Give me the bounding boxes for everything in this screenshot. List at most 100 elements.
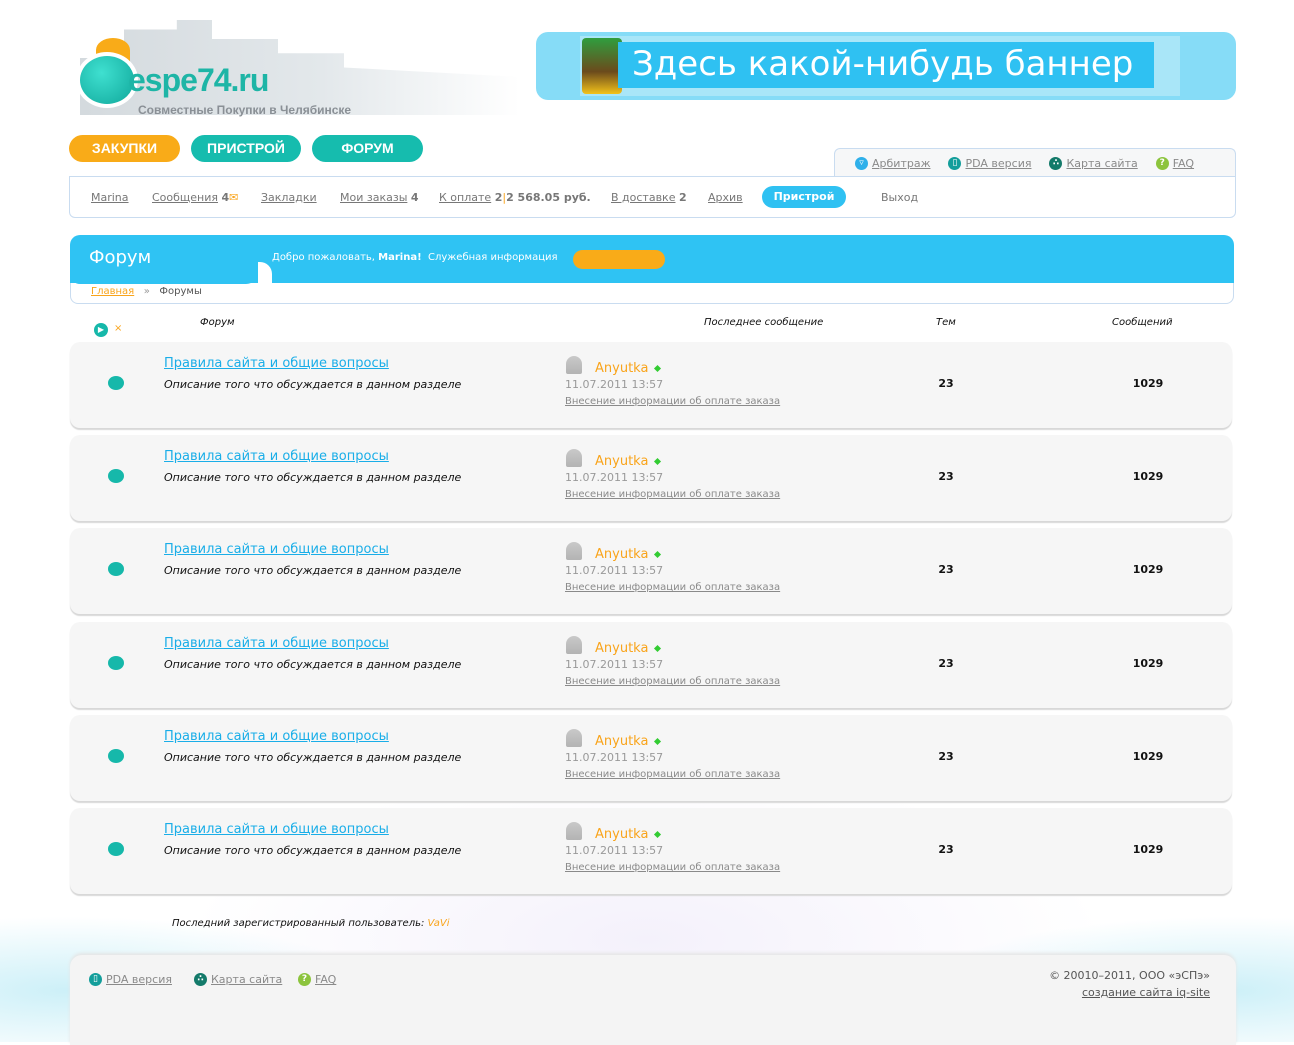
post-date: 11.07.2011 13:57	[565, 751, 664, 764]
last-post-link[interactable]: Внесение информации об оплате заказа	[565, 489, 780, 500]
last-user-name[interactable]: VaVi	[428, 918, 450, 929]
orange-action-button[interactable]	[573, 250, 665, 269]
forum-row: Правила сайта и общие вопросы Описание т…	[70, 342, 1232, 428]
link-label: FAQ	[1172, 157, 1195, 170]
forum-title: Форум	[89, 247, 152, 268]
logo[interactable]: espe74.ru	[128, 62, 269, 99]
author-link[interactable]: Anyutka	[595, 361, 648, 376]
delivery-link[interactable]: В доставке	[611, 191, 675, 204]
pda-icon: ▯	[89, 973, 102, 986]
col-last-post: Последнее сообщение	[704, 317, 824, 328]
messages-count: 1029	[1132, 843, 1164, 856]
breadcrumb-home[interactable]: Главная	[91, 286, 134, 297]
faq-icon: ?	[1155, 157, 1169, 170]
link-label: PDA версия	[106, 973, 172, 986]
pda-icon: ▯	[948, 157, 962, 170]
user-bar: Marina Сообщения 4✉ Закладки Мои заказы …	[69, 176, 1236, 218]
forum-bubble-icon	[108, 469, 124, 483]
author-link[interactable]: Anyutka	[595, 454, 648, 469]
forum-title-link[interactable]: Правила сайта и общие вопросы	[164, 542, 389, 557]
post-date: 11.07.2011 13:57	[565, 844, 664, 857]
avatar	[566, 542, 582, 560]
online-status-icon	[653, 457, 662, 466]
footer-sitemap-link[interactable]: ∴ Карта сайта	[194, 973, 282, 986]
to-pay-sum: 2 568.05 руб.	[506, 191, 591, 204]
archive-link[interactable]: Архив	[708, 191, 743, 204]
copyright: © 20010–2011, ООО «эСПэ»	[1049, 969, 1210, 982]
forum-row: Правила сайта и общие вопросы Описание т…	[70, 808, 1232, 894]
forum-title-link[interactable]: Правила сайта и общие вопросы	[164, 822, 389, 837]
avatar	[566, 449, 582, 467]
orders-link[interactable]: Мои заказы	[340, 191, 407, 204]
expand-icon[interactable]: ▶	[94, 323, 108, 337]
last-post-link[interactable]: Внесение информации об оплате заказа	[565, 862, 780, 873]
forum-title-link[interactable]: Правила сайта и общие вопросы	[164, 636, 389, 651]
link-label: Карта сайта	[1066, 157, 1138, 170]
messages-link[interactable]: Сообщения	[152, 191, 218, 204]
post-date: 11.07.2011 13:57	[565, 658, 664, 671]
forum-row: Правила сайта и общие вопросы Описание т…	[70, 622, 1232, 708]
forum-bubble-icon	[108, 562, 124, 576]
welcome-label: Добро пожаловать,	[272, 252, 375, 263]
forum-row: Правила сайта и общие вопросы Описание т…	[70, 435, 1232, 521]
collapse-icon[interactable]: ×	[114, 323, 122, 334]
topics-count: 23	[938, 657, 954, 670]
delivery-count: 2	[678, 191, 687, 204]
avatar	[566, 636, 582, 654]
last-post-link[interactable]: Внесение информации об оплате заказа	[565, 769, 780, 780]
sitemap-link[interactable]: ∴ Карта сайта	[1049, 157, 1138, 170]
author-link[interactable]: Anyutka	[595, 734, 648, 749]
messages-count: 1029	[1132, 750, 1164, 763]
footer-pda-link[interactable]: ▯ PDA версия	[89, 973, 172, 986]
developer-link[interactable]: создание сайта iq-site	[1082, 986, 1210, 999]
link-label: FAQ	[315, 973, 337, 986]
avatar	[566, 356, 582, 374]
to-pay-link[interactable]: К оплате	[439, 191, 491, 204]
logout-link[interactable]: Выход	[881, 191, 918, 204]
arbitration-icon: ▿	[855, 157, 868, 170]
author-link[interactable]: Anyutka	[595, 641, 648, 656]
pda-link[interactable]: ▯ PDA версия	[948, 157, 1031, 170]
forum-title-link[interactable]: Правила сайта и общие вопросы	[164, 729, 389, 744]
breadcrumb-box	[70, 283, 1234, 304]
forum-bubble-icon	[108, 842, 124, 856]
online-status-icon	[653, 737, 662, 746]
banner-text: Здесь какой-нибудь баннер	[618, 42, 1154, 88]
avatar	[566, 822, 582, 840]
nav-pristroy-button[interactable]: ПРИСТРОЙ	[191, 135, 301, 162]
author-link[interactable]: Anyutka	[595, 547, 648, 562]
last-registered-user: Последний зарегистрированный пользовател…	[172, 918, 449, 929]
forum-title-link[interactable]: Правила сайта и общие вопросы	[164, 449, 389, 464]
avatar	[566, 729, 582, 747]
col-forum: Форум	[200, 317, 235, 328]
forum-description: Описание того что обсуждается в данном р…	[164, 844, 462, 857]
faq-link[interactable]: ? FAQ	[1155, 157, 1195, 170]
col-topics: Тем	[936, 317, 956, 328]
forum-title-link[interactable]: Правила сайта и общие вопросы	[164, 356, 389, 371]
service-info-link[interactable]: Служебная информация	[428, 252, 558, 263]
footer-faq-link[interactable]: ? FAQ	[298, 973, 336, 986]
online-status-icon	[653, 550, 662, 559]
link-label: Карта сайта	[211, 973, 283, 986]
last-post-link[interactable]: Внесение информации об оплате заказа	[565, 396, 780, 407]
nav-forum-button[interactable]: ФОРУМ	[312, 135, 423, 162]
last-post-link[interactable]: Внесение информации об оплате заказа	[565, 582, 780, 593]
nav-zakupki-button[interactable]: ЗАКУПКИ	[69, 135, 180, 162]
logo-tagline: Совместные Покупки в Челябинске	[138, 103, 352, 117]
topics-count: 23	[938, 843, 954, 856]
user-profile-link[interactable]: Marina	[91, 191, 129, 204]
forum-row: Правила сайта и общие вопросы Описание т…	[70, 528, 1232, 614]
messages-count: 1029	[1132, 563, 1164, 576]
pristroy-pill-button[interactable]: Пристрой	[762, 186, 846, 208]
forum-row: Правила сайта и общие вопросы Описание т…	[70, 715, 1232, 801]
palm-image	[582, 38, 622, 94]
forum-bubble-icon	[108, 376, 124, 390]
arbitration-link[interactable]: ▿ Арбитраж	[855, 157, 930, 170]
author-link[interactable]: Anyutka	[595, 827, 648, 842]
link-label: Арбитраж	[872, 157, 931, 170]
topics-count: 23	[938, 377, 954, 390]
bookmarks-link[interactable]: Закладки	[261, 191, 317, 204]
online-status-icon	[653, 830, 662, 839]
online-status-icon	[653, 644, 662, 653]
last-post-link[interactable]: Внесение информации об оплате заказа	[565, 676, 780, 687]
